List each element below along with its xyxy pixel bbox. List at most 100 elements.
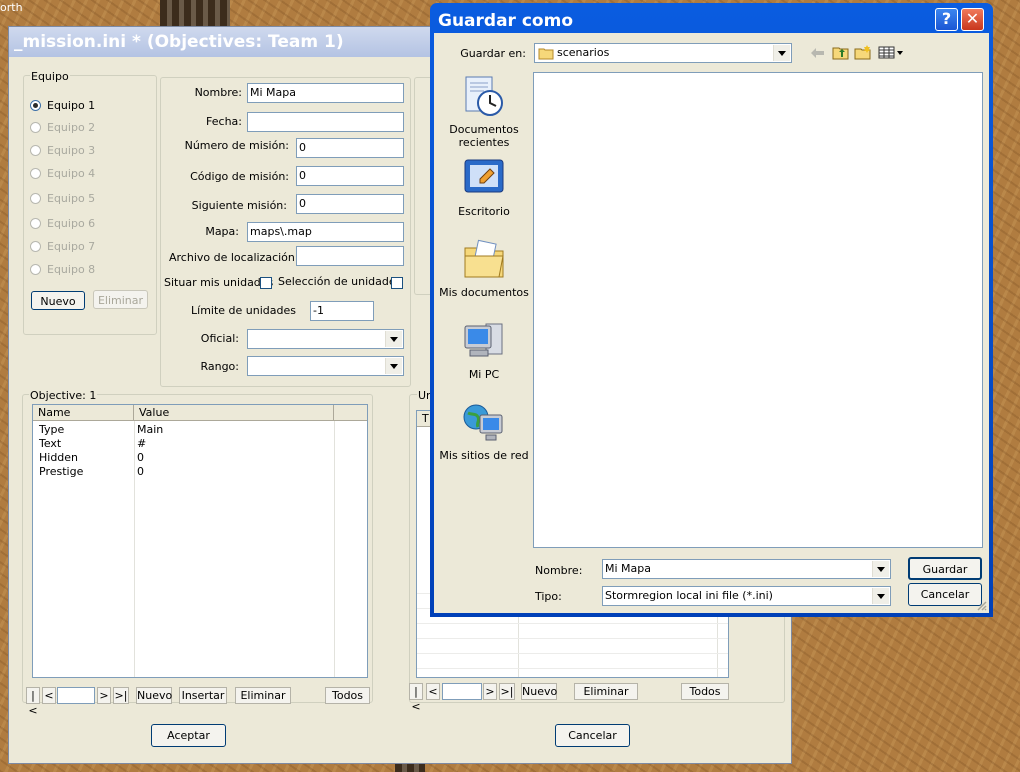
units-prev-button[interactable]: < [426, 683, 440, 700]
chevron-down-icon[interactable] [872, 588, 889, 604]
place-network-places[interactable]: Mis sitios de red [439, 401, 529, 479]
name-field[interactable]: Mi Mapa [247, 83, 404, 103]
unit-selection-checkbox[interactable] [391, 277, 403, 289]
place-label: Mis documentos [439, 286, 529, 299]
table-row[interactable]: Hidden 0 [33, 451, 333, 465]
recent-documents-icon [462, 75, 506, 119]
mission-cancel-button[interactable]: Cancelar [555, 724, 630, 747]
team-radio-label: Equipo 4 [47, 167, 96, 180]
next-mission-label: Siguiente misión: [191, 199, 287, 212]
help-button[interactable]: ? [935, 8, 958, 31]
team-radio-7[interactable] [30, 241, 41, 252]
objective-property-grid[interactable]: Name Value Type Main Text # Hidden 0 Prestige 0 [32, 404, 368, 678]
map-field[interactable]: maps\.map [247, 222, 404, 242]
objective-index-input[interactable] [57, 687, 95, 704]
column-header-value[interactable]: Value [134, 405, 334, 421]
date-field[interactable] [247, 112, 404, 132]
file-name-label: Nombre: [535, 564, 583, 577]
mission-number-label: Número de misión: [184, 139, 289, 152]
objective-all-button[interactable]: Todos [325, 687, 370, 704]
mission-number-field[interactable]: 0 [296, 138, 404, 158]
objective-delete-button[interactable]: Eliminar [235, 687, 291, 704]
team-new-button[interactable]: Nuevo [31, 291, 85, 310]
up-folder-icon[interactable] [832, 45, 850, 60]
new-folder-icon[interactable] [854, 45, 872, 60]
file-name-dropdown[interactable]: Mi Mapa [602, 559, 891, 579]
dialog-cancel-button[interactable]: Cancelar [908, 583, 982, 606]
chevron-down-icon[interactable] [385, 331, 402, 347]
objective-group-legend: Objective: 1 [29, 389, 98, 402]
place-my-computer[interactable]: Mi PC [439, 320, 529, 398]
units-delete-button[interactable]: Eliminar [574, 683, 638, 700]
place-label: Mis sitios de red [439, 449, 529, 462]
background-corner-text: orth [0, 1, 23, 14]
place-units-label: Situar mis unidades [164, 276, 274, 289]
team-radio-1[interactable] [30, 100, 41, 111]
next-mission-field[interactable]: 0 [296, 194, 404, 214]
objective-next-button[interactable]: > [97, 687, 111, 704]
view-menu-icon[interactable] [878, 46, 904, 59]
background-rail-tracks [160, 0, 230, 26]
chevron-down-icon[interactable] [773, 45, 790, 61]
close-icon: ✕ [965, 9, 980, 28]
table-row[interactable]: Text # [33, 437, 333, 451]
my-computer-icon [462, 320, 506, 364]
objective-new-button[interactable]: Nuevo [136, 687, 172, 704]
team-delete-button[interactable]: Eliminar [93, 290, 148, 309]
place-desktop[interactable]: Escritorio [439, 157, 529, 235]
objective-first-button[interactable]: |< [26, 687, 40, 717]
save-button[interactable]: Guardar [908, 557, 982, 580]
back-icon[interactable] [810, 47, 826, 59]
save-as-dialog: Guardar como ? ✕ Guardar en: scenarios D… [430, 3, 993, 617]
localization-field[interactable] [296, 246, 404, 266]
team-radio-5[interactable] [30, 193, 41, 204]
table-row[interactable]: Prestige 0 [33, 465, 333, 479]
units-first-button[interactable]: |< [409, 683, 423, 713]
team-radio-3[interactable] [30, 145, 41, 156]
grid-row-line [417, 638, 728, 639]
units-index-input[interactable] [442, 683, 482, 700]
place-label: Mi PC [468, 368, 500, 381]
file-list[interactable] [533, 72, 983, 548]
officer-dropdown[interactable] [247, 329, 404, 349]
row-value: 0 [137, 451, 144, 464]
units-new-button[interactable]: Nuevo [521, 683, 557, 700]
unit-limit-label: Límite de unidades [191, 304, 296, 317]
units-all-button[interactable]: Todos [681, 683, 729, 700]
chevron-down-icon[interactable] [872, 561, 889, 577]
mission-window-title: _mission.ini * (Objectives: Team 1) [14, 32, 344, 52]
team-radio-label: Equipo 3 [47, 144, 96, 157]
file-type-dropdown[interactable]: Stormregion local ini file (*.ini) [602, 586, 891, 606]
save-in-dropdown[interactable]: scenarios [534, 43, 792, 63]
rank-dropdown[interactable] [247, 356, 404, 376]
place-recent-documents[interactable]: Documentos recientes [439, 75, 529, 153]
save-in-value: scenarios [557, 46, 610, 59]
objective-prev-button[interactable]: < [42, 687, 56, 704]
mission-code-field[interactable]: 0 [296, 166, 404, 186]
grid-row-line [417, 653, 728, 654]
place-my-documents[interactable]: Mis documentos [439, 238, 529, 316]
team-radio-4[interactable] [30, 168, 41, 179]
team-radio-8[interactable] [30, 264, 41, 275]
accept-button[interactable]: Aceptar [151, 724, 226, 747]
column-header-name[interactable]: Name [33, 405, 134, 421]
table-row[interactable]: Type Main [33, 423, 333, 437]
objective-insert-button[interactable]: Insertar [179, 687, 227, 704]
team-radio-2[interactable] [30, 122, 41, 133]
rank-label: Rango: [200, 360, 239, 373]
units-last-button[interactable]: >| [499, 683, 515, 700]
chevron-down-icon[interactable] [385, 358, 402, 374]
team-radio-label: Equipo 5 [47, 192, 96, 205]
team-radio-6[interactable] [30, 218, 41, 229]
place-units-checkbox[interactable] [260, 277, 272, 289]
close-button[interactable]: ✕ [961, 8, 984, 31]
units-next-button[interactable]: > [483, 683, 497, 700]
map-label: Mapa: [205, 225, 239, 238]
resize-grip-icon[interactable] [975, 599, 987, 611]
team-radio-label: Equipo 8 [47, 263, 96, 276]
save-in-label: Guardar en: [460, 47, 526, 60]
unit-limit-field[interactable]: -1 [310, 301, 374, 321]
objective-last-button[interactable]: >| [113, 687, 129, 704]
grid-row-line [417, 668, 728, 669]
row-name: Type [39, 423, 65, 436]
